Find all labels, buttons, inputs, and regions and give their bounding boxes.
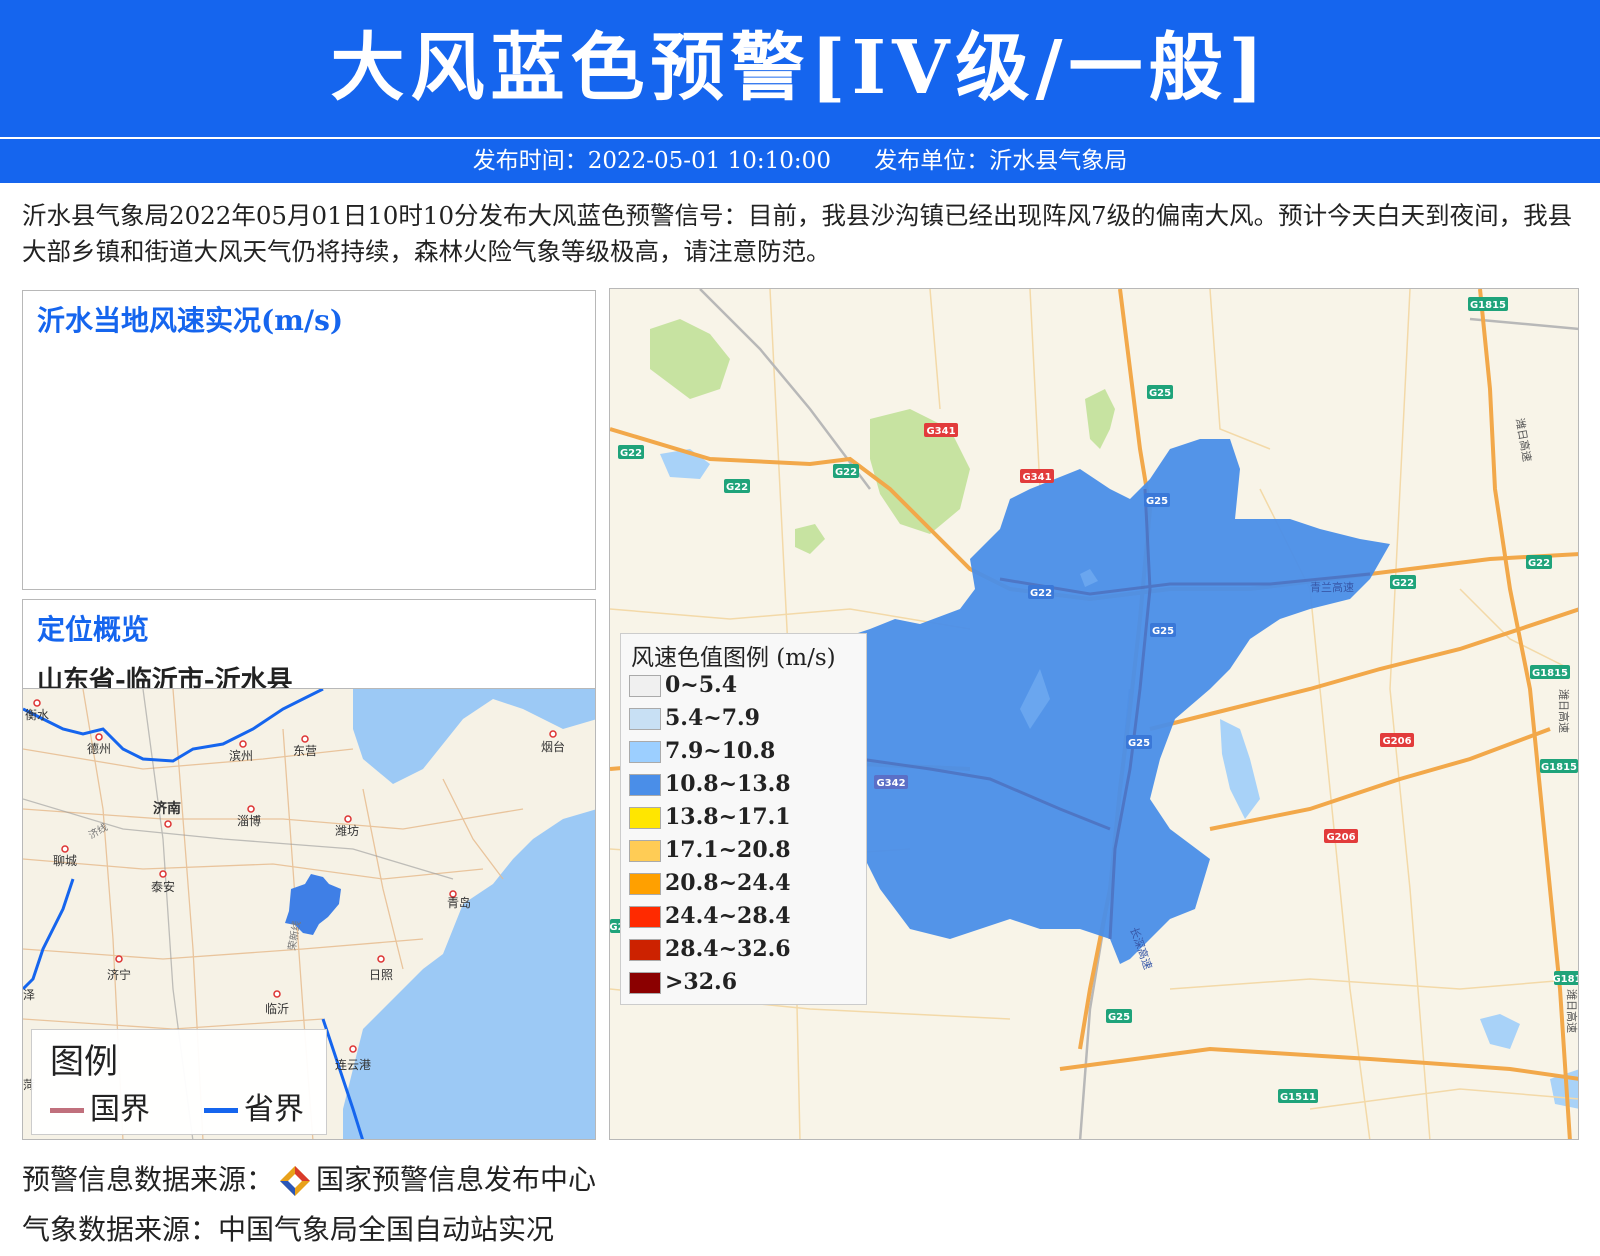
city-label: 济宁 [107, 967, 131, 982]
highway-shield: G22 [835, 467, 857, 478]
weather-source: 气象数据来源：中国气象局全国自动站实况 [22, 1213, 555, 1246]
warning-center-logo-icon [278, 1164, 312, 1198]
legend-label: >32.6 [665, 969, 738, 995]
city-label: 泽 [23, 988, 35, 1002]
legend-label: 28.4~32.6 [665, 936, 791, 962]
city-label: 青岛 [447, 895, 471, 910]
warning-description: 沂水县气象局2022年05月01日10时10分发布大风蓝色预警信号：目前，我县沙… [22, 201, 1573, 266]
wind-speed-title: 沂水当地风速实况(m/s) [37, 304, 344, 337]
warning-title: 大风蓝色预警[IV级/一般] [330, 25, 1270, 111]
legend-swatch [629, 873, 661, 895]
legend-swatch [629, 840, 661, 862]
highway-shield: G1815 [1541, 762, 1577, 773]
highway-shield: G342 [876, 778, 905, 789]
legend-swatch [629, 807, 661, 829]
location-overview-map[interactable]: 衡水 德州 滨州 东营 烟台 济南 淄博 潍坊 聊城 泰安 青岛 济宁 日照 临… [22, 688, 596, 1140]
wind-speed-map[interactable]: G1815 G25 G341 G22 G22 G22 G341 G25 G22 … [609, 288, 1579, 1140]
highway-shield: G25 [1152, 626, 1174, 637]
publish-unit: 发布单位：沂水县气象局 [874, 148, 1128, 174]
city-label: 德州 [87, 741, 111, 756]
boundary-legend-title: 图例 [50, 1042, 118, 1082]
highway-shield: G22 [1528, 558, 1550, 569]
legend-label: 17.1~20.8 [665, 837, 791, 863]
road-name: 潍日高速 [1557, 689, 1571, 733]
highway-shield: G206 [1382, 736, 1411, 747]
highway-shield: G206 [1326, 832, 1355, 843]
highway-shield: G1815 [1470, 300, 1506, 311]
road-name: 潍日高速 [1565, 989, 1579, 1033]
warning-source-name: 国家预警信息发布中心 [316, 1163, 597, 1196]
wind-speed-panel: 沂水当地风速实况(m/s) [22, 290, 596, 590]
highway-shield: G22 [1392, 578, 1414, 589]
legend-label: 7.9~10.8 [665, 738, 776, 764]
publish-info-bar: 发布时间：2022-05-01 10:10:00 发布单位：沂水县气象局 [0, 139, 1600, 183]
provincial-boundary-label: 省界 [244, 1092, 304, 1127]
city-label: 淄博 [237, 813, 261, 828]
national-boundary-line [50, 1108, 84, 1113]
highway-shield: G1511 [1280, 1092, 1316, 1103]
wind-legend-title: 风速色值图例 (m/s) [631, 645, 836, 671]
highway-shield: G25 [1149, 388, 1171, 399]
highway-shield: G22 [726, 482, 748, 493]
legend-swatch [629, 708, 661, 730]
legend-label: 24.4~28.4 [665, 903, 791, 929]
highway-shield: G181 [1552, 974, 1579, 985]
legend-label: 20.8~24.4 [665, 870, 791, 896]
provincial-boundary-line [204, 1108, 238, 1113]
highway-shield: G25 [1108, 1012, 1130, 1023]
highway-shield: G22 [620, 448, 642, 459]
boundary-legend: 图例 国界 省界 [31, 1029, 327, 1135]
city-label: 日照 [369, 968, 393, 982]
legend-label: 10.8~13.8 [665, 771, 791, 797]
national-boundary-item: 国界 [50, 1084, 150, 1128]
city-label: 济南 [153, 800, 181, 817]
legend-label: 0~5.4 [665, 672, 738, 698]
wind-speed-legend: 风速色值图例 (m/s) 0~5.4 5.4~7.9 7.9~10.8 10.8… [620, 633, 867, 1005]
highway-shield: G341 [926, 426, 955, 437]
legend-label: 5.4~7.9 [665, 705, 760, 731]
warning-header: 大风蓝色预警[IV级/一般] [0, 0, 1600, 137]
highway-shield: G341 [1022, 472, 1051, 483]
highway-shield: G22 [1030, 588, 1052, 599]
city-label: 临沂 [265, 1002, 289, 1016]
legend-swatch [629, 741, 661, 763]
publish-time: 发布时间：2022-05-01 10:10:00 [472, 148, 831, 174]
city-label: 连云港 [335, 1057, 371, 1072]
city-label: 潍坊 [335, 823, 359, 838]
highway-shield: G1815 [1532, 668, 1568, 679]
city-label: 烟台 [541, 739, 565, 754]
location-title: 定位概览 [37, 613, 150, 646]
city-label: 泰安 [151, 879, 175, 894]
legend-swatch [629, 675, 661, 697]
legend-swatch [629, 774, 661, 796]
city-label: 东营 [293, 744, 317, 758]
warning-source: 预警信息数据来源： 国家预警信息发布中心 [22, 1158, 596, 1198]
road-name: 青兰高速 [1310, 580, 1354, 594]
city-label: 滨州 [229, 748, 253, 763]
city-label: 衡水 [25, 708, 49, 722]
legend-swatch [629, 906, 661, 928]
legend-label: 13.8~17.1 [665, 804, 791, 830]
provincial-boundary-item: 省界 [204, 1084, 304, 1128]
warning-source-label: 预警信息数据来源： [22, 1163, 275, 1196]
national-boundary-label: 国界 [90, 1092, 150, 1127]
highway-shield: G25 [1146, 496, 1168, 507]
legend-swatch [629, 972, 661, 994]
highway-shield: G25 [1128, 738, 1150, 749]
city-label: 聊城 [53, 854, 77, 868]
legend-swatch [629, 939, 661, 961]
